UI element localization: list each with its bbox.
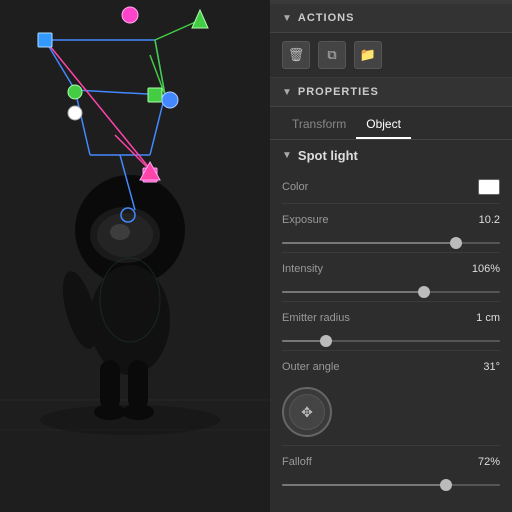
folder-button[interactable]: 📁 [354, 41, 382, 69]
falloff-slider-row[interactable] [270, 478, 512, 494]
properties-arrow-icon: ▼ [282, 87, 292, 98]
color-swatch[interactable] [478, 179, 500, 195]
spotlight-title: Spot light [298, 148, 358, 163]
outer-angle-row: Outer angle 31° [270, 351, 512, 383]
intensity-slider-fill [282, 291, 424, 293]
falloff-slider-thumb[interactable] [440, 479, 452, 491]
tab-object[interactable]: Object [356, 111, 411, 139]
intensity-slider-row[interactable] [270, 285, 512, 301]
outer-angle-dial[interactable]: ✥ [282, 387, 332, 437]
duplicate-button[interactable]: ⧉ [318, 41, 346, 69]
falloff-slider-track[interactable] [282, 484, 500, 486]
exposure-slider-thumb[interactable] [450, 237, 462, 249]
viewport[interactable] [0, 0, 270, 512]
outer-angle-value: 31° [483, 361, 500, 373]
exposure-slider-fill [282, 242, 456, 244]
intensity-slider-thumb[interactable] [418, 286, 430, 298]
emitter-radius-slider-thumb[interactable] [320, 335, 332, 347]
emitter-radius-label: Emitter radius [282, 312, 382, 324]
properties-section-header[interactable]: ▼ PROPERTIES [270, 78, 512, 107]
actions-section-header[interactable]: ▼ ACTIONS [270, 4, 512, 33]
actions-title: ACTIONS [298, 12, 355, 24]
dial-inner: ✥ [289, 394, 325, 430]
falloff-value: 72% [478, 456, 500, 468]
exposure-slider-row[interactable] [270, 236, 512, 252]
intensity-row: Intensity 106% [270, 253, 512, 285]
outer-angle-dial-container: ✥ [270, 383, 512, 445]
exposure-value: 10.2 [479, 214, 500, 226]
emitter-radius-row: Emitter radius 1 cm [270, 302, 512, 334]
falloff-row: Falloff 72% [270, 446, 512, 478]
emitter-radius-value: 1 cm [476, 312, 500, 324]
actions-bar: 🗑 ⧉ 📁 [270, 33, 512, 78]
emitter-radius-slider-row[interactable] [270, 334, 512, 350]
spotlight-section-header[interactable]: ▼ Spot light [270, 140, 512, 171]
falloff-label: Falloff [282, 456, 382, 468]
dial-icon: ✥ [301, 404, 313, 421]
intensity-label: Intensity [282, 263, 382, 275]
exposure-slider-track[interactable] [282, 242, 500, 244]
emitter-radius-slider-track[interactable] [282, 340, 500, 342]
delete-button[interactable]: 🗑 [282, 41, 310, 69]
properties-title: PROPERTIES [298, 86, 379, 98]
properties-tabs: Transform Object [270, 111, 512, 140]
right-panel: ▼ ACTIONS 🗑 ⧉ 📁 ▼ PROPERTIES Transform O… [270, 0, 512, 512]
intensity-value: 106% [472, 263, 500, 275]
exposure-label: Exposure [282, 214, 382, 226]
outer-angle-label: Outer angle [282, 361, 382, 373]
color-row: Color [270, 171, 512, 203]
color-label: Color [282, 181, 382, 193]
tab-transform[interactable]: Transform [282, 111, 356, 139]
actions-arrow-icon: ▼ [282, 13, 292, 24]
exposure-row: Exposure 10.2 [270, 204, 512, 236]
intensity-slider-track[interactable] [282, 291, 500, 293]
falloff-slider-fill [282, 484, 446, 486]
spotlight-arrow-icon: ▼ [282, 150, 292, 161]
